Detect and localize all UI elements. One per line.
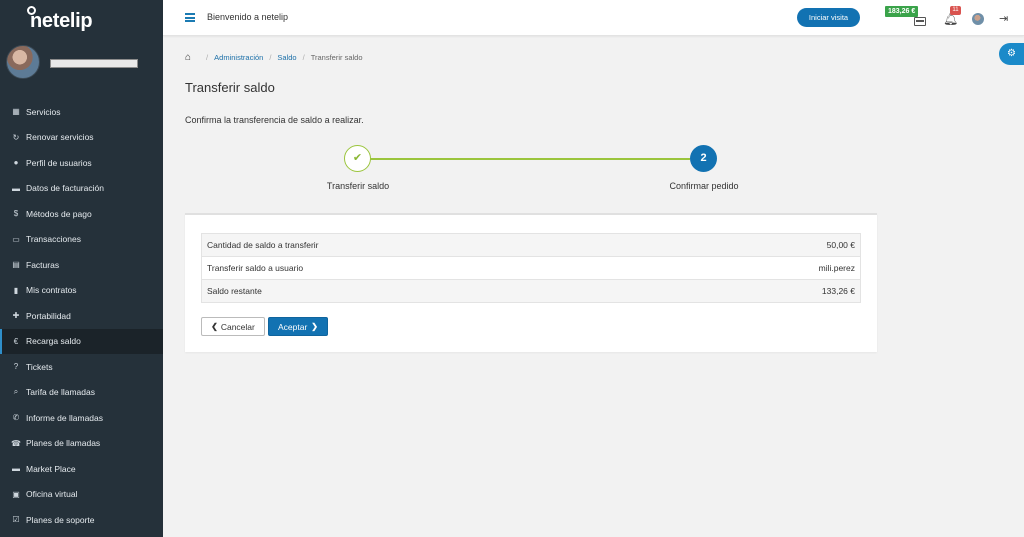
sidebar-item-facturas[interactable]: ▤ Facturas <box>0 252 163 278</box>
sidebar-item-datos-de-facturacion[interactable]: ▬ Datos de facturación <box>0 176 163 202</box>
euro-icon: € <box>13 336 19 346</box>
invoice-icon: ▤ <box>12 260 20 270</box>
question-icon: ? <box>13 362 19 372</box>
step-active-number: 2 <box>690 145 717 172</box>
sidebar-item-planes-de-soporte[interactable]: ☑ Planes de soporte <box>0 507 163 533</box>
sidebar-item-label: Perfil de usuarios <box>26 157 92 168</box>
sidebar-item-label: Servicios <box>26 106 61 117</box>
sidebar: netelip ▦ Servicios ↻ Renovar servicios ● P… <box>0 0 163 537</box>
breadcrumb-link-saldo[interactable]: Saldo <box>277 53 296 62</box>
breadcrumb-separator: / <box>206 53 209 62</box>
cancel-button[interactable]: ❮ Cancelar <box>201 317 265 336</box>
breadcrumb: ⌂ / Administración / Saldo / Transferir … <box>185 52 363 63</box>
card-icon: ▭ <box>12 234 20 244</box>
start-tour-button[interactable]: Iniciar visita <box>797 8 860 27</box>
confirmation-card: Cantidad de saldo a transferir 50,00 € T… <box>185 213 877 352</box>
sidebar-item-label: Tickets <box>26 361 53 372</box>
sidebar-item-label: Oficina virtual <box>26 489 78 500</box>
chevron-left-icon: ❮ <box>211 322 218 331</box>
user-icon: ● <box>13 158 19 168</box>
phone-icon: ✆ <box>12 413 20 423</box>
building-icon: ▬ <box>12 183 20 193</box>
sidebar-item-mis-contratos[interactable]: ▮ Mis contratos <box>0 278 163 304</box>
sidebar-item-label: Portabilidad <box>26 310 71 321</box>
user-avatar[interactable] <box>972 13 984 25</box>
search-icon: ⌕ <box>13 387 19 397</box>
row-label: Transferir saldo a usuario <box>200 256 678 280</box>
sidebar-item-recarga-saldo[interactable]: € Recarga saldo <box>0 328 163 354</box>
page-title: Transferir saldo <box>185 80 275 95</box>
row-label: Cantidad de saldo a transferir <box>200 233 678 257</box>
briefcase-icon: ▣ <box>12 489 20 499</box>
sidebar-item-perfil-de-usuarios[interactable]: ● Perfil de usuarios <box>0 150 163 176</box>
sidebar-item-label: Planes de soporte <box>26 514 95 525</box>
page-subtitle: Confirma la transferencia de saldo a rea… <box>185 115 364 125</box>
sidebar-item-market-place[interactable]: ▬ Market Place <box>0 456 163 482</box>
breadcrumb-separator: / <box>269 53 272 62</box>
transfer-summary-table: Cantidad de saldo a transferir 50,00 € T… <box>200 233 861 303</box>
top-bar: Bienvenido a netelip Iniciar visita 183,… <box>163 0 1024 36</box>
sidebar-menu: ▦ Servicios ↻ Renovar servicios ● Perfil de… <box>0 99 163 533</box>
balance-badge: 183,26 € <box>885 6 919 17</box>
breadcrumb-link-administracion[interactable]: Administración <box>214 53 263 62</box>
stepper-progress-line <box>370 158 690 160</box>
step-label-transferir-saldo: Transferir saldo <box>326 181 390 191</box>
hamburger-menu-icon[interactable] <box>185 13 195 22</box>
table-row: Transferir saldo a usuario mili.perez <box>200 256 861 280</box>
cancel-button-label: Cancelar <box>220 321 255 332</box>
step-label-confirmar-pedido: Confirmar pedido <box>669 181 739 191</box>
sidebar-item-portabilidad[interactable]: ✚ Portabilidad <box>0 303 163 329</box>
accept-button-label: Aceptar <box>278 321 308 332</box>
row-value: mili.perez <box>677 256 861 280</box>
sidebar-item-label: Informe de llamadas <box>26 412 104 423</box>
sidebar-item-tickets[interactable]: ? Tickets <box>0 354 163 380</box>
row-label: Saldo restante <box>200 279 678 303</box>
sidebar-item-renovar-servicios[interactable]: ↻ Renovar servicios <box>0 125 163 151</box>
refresh-icon: ↻ <box>12 132 20 142</box>
sidebar-item-metodos-de-pago[interactable]: $ Métodos de pago <box>0 201 163 227</box>
grid-icon: ▦ <box>12 107 20 117</box>
sidebar-item-label: Tarifa de llamadas <box>26 387 95 398</box>
welcome-text: Bienvenido a netelip <box>207 12 289 22</box>
sidebar-item-label: Métodos de pago <box>26 208 92 219</box>
row-value: 50,00 € <box>677 233 861 257</box>
breadcrumb-separator: / <box>302 53 305 62</box>
profile-name-redacted <box>50 59 138 68</box>
store-icon: ▬ <box>12 464 20 474</box>
plus-icon: ✚ <box>12 311 20 321</box>
sidebar-item-label: Recarga saldo <box>26 336 81 347</box>
wallet-icon[interactable] <box>914 17 926 26</box>
sidebar-item-label: Mis contratos <box>26 285 77 296</box>
brand-name: netelip <box>30 10 93 32</box>
home-icon[interactable]: ⌂ <box>185 52 191 63</box>
sidebar-item-transacciones[interactable]: ▭ Transacciones <box>0 227 163 253</box>
sidebar-item-label: Datos de facturación <box>26 183 104 194</box>
notification-count-badge: 11 <box>950 6 961 15</box>
phone-desk-icon: ☎ <box>11 438 21 448</box>
profile-avatar[interactable] <box>6 45 40 79</box>
sidebar-item-label: Planes de llamadas <box>26 438 101 449</box>
sidebar-item-label: Renovar servicios <box>26 132 94 143</box>
sidebar-item-label: Transacciones <box>26 234 81 245</box>
chevron-right-icon: ❯ <box>311 322 318 331</box>
sidebar-item-tarifa-de-llamadas[interactable]: ⌕ Tarifa de llamadas <box>0 380 163 406</box>
row-value: 133,26 € <box>677 279 861 303</box>
logout-icon[interactable]: ⇥ <box>999 12 1008 25</box>
accept-button[interactable]: Aceptar ❯ <box>268 317 328 336</box>
sidebar-item-label: Facturas <box>26 259 60 270</box>
step-completed-check-icon: ✔ <box>344 145 371 172</box>
dollar-icon: $ <box>13 209 19 219</box>
sidebar-item-oficina-virtual[interactable]: ▣ Oficina virtual <box>0 482 163 508</box>
file-icon: ▮ <box>13 285 19 295</box>
sidebar-item-label: Market Place <box>26 463 76 474</box>
sidebar-item-servicios[interactable]: ▦ Servicios <box>0 99 163 125</box>
sidebar-item-informe-de-llamadas[interactable]: ✆ Informe de llamadas <box>0 405 163 431</box>
breadcrumb-current: Transferir saldo <box>310 53 363 62</box>
table-row: Saldo restante 133,26 € <box>200 279 861 303</box>
sidebar-item-planes-de-llamadas[interactable]: ☎ Planes de llamadas <box>0 431 163 457</box>
checkbox-icon: ☑ <box>12 515 20 525</box>
table-row: Cantidad de saldo a transferir 50,00 € <box>200 233 861 257</box>
settings-tab-icon[interactable]: ⚙ <box>999 43 1024 65</box>
